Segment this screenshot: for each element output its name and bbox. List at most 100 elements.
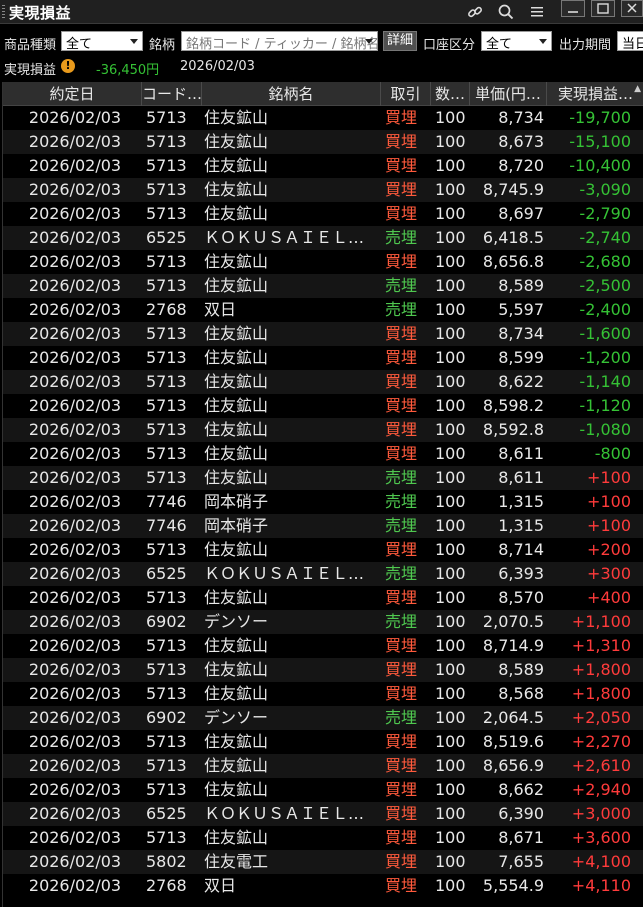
cell-unit-price: 1,315 <box>498 492 544 511</box>
table-row[interactable]: 2026/02/03 5713 住友鉱山 買埋 100 8,656.8 -2,680 <box>3 250 643 274</box>
table-row[interactable]: 2026/02/03 6525 ＫＯＫＵＳＡＩＥＬ… 買埋 100 6,390 +3,000 <box>3 802 643 826</box>
table-row[interactable]: 2026/02/03 5713 住友鉱山 買埋 100 8,734 -19,700 <box>3 106 643 130</box>
cell-symbol-name: デンソー <box>204 612 269 631</box>
table-row[interactable]: 2026/02/03 5713 住友鉱山 買埋 100 8,745.9 -3,090 <box>3 178 643 202</box>
column-header-code[interactable]: コード… <box>142 82 202 106</box>
cell-realized-pnl: +3,000 <box>571 804 631 823</box>
table-row[interactable]: 2026/02/03 5713 住友鉱山 買埋 100 8,598.2 -1,120 <box>3 394 643 418</box>
column-header-date[interactable]: 約定日 <box>3 82 142 106</box>
table-row[interactable]: 2026/02/03 5713 住友鉱山 買埋 100 8,592.8 -1,080 <box>3 418 643 442</box>
table-row[interactable]: 2026/02/03 5713 住友鉱山 売埋 100 8,589 -2,500 <box>3 274 643 298</box>
cell-trade-side: 買埋 <box>385 180 418 199</box>
cell-unit-price: 8,656.9 <box>482 756 544 775</box>
account-select[interactable]: 全て <box>481 31 552 52</box>
cell-quantity: 100 <box>435 804 466 823</box>
table-row[interactable]: 2026/02/03 5713 住友鉱山 買埋 100 8,671 +3,600 <box>3 826 643 850</box>
cell-code: 5713 <box>146 780 187 799</box>
cell-realized-pnl: +100 <box>587 468 631 487</box>
cell-symbol-name: 住友鉱山 <box>204 348 269 367</box>
cell-code: 6525 <box>146 804 187 823</box>
cell-code: 2768 <box>146 876 187 895</box>
link-icon[interactable] <box>465 1 485 22</box>
table-row[interactable]: 2026/02/03 5713 住友鉱山 買埋 100 8,656.9 +2,610 <box>3 754 643 778</box>
cell-trade-side: 買埋 <box>385 852 418 871</box>
table-row[interactable]: 2026/02/03 5713 住友鉱山 買埋 100 8,720 -10,400 <box>3 154 643 178</box>
column-header-price[interactable]: 単価(円… <box>470 82 547 106</box>
cell-trade-date: 2026/02/03 <box>28 444 122 463</box>
cell-quantity: 100 <box>435 108 466 127</box>
table-row[interactable]: 2026/02/03 5713 住友鉱山 買埋 100 8,673 -15,100 <box>3 130 643 154</box>
cell-trade-date: 2026/02/03 <box>28 348 122 367</box>
table-row[interactable]: 2026/02/03 2768 双日 売埋 100 5,597 -2,400 <box>3 298 643 322</box>
table-row[interactable]: 2026/02/03 5713 住友鉱山 買埋 100 8,734 -1,600 <box>3 322 643 346</box>
cell-quantity: 100 <box>435 636 466 655</box>
minimize-icon[interactable] <box>561 0 585 17</box>
table-row[interactable]: 2026/02/03 5713 住友鉱山 買埋 100 8,697 -2,790 <box>3 202 643 226</box>
table-row[interactable]: 2026/02/03 5713 住友鉱山 買埋 100 8,589 +1,800 <box>3 658 643 682</box>
table-row[interactable]: 2026/02/03 5713 住友鉱山 買埋 100 8,662 +2,940 <box>3 778 643 802</box>
close-icon[interactable] <box>621 0 643 17</box>
cell-code: 5713 <box>146 636 187 655</box>
cell-trade-date: 2026/02/03 <box>28 828 122 847</box>
menu-icon[interactable] <box>527 1 547 22</box>
column-header-name[interactable]: 銘柄名 <box>202 82 381 106</box>
table-row[interactable]: 2026/02/03 5713 住友鉱山 買埋 100 8,519.6 +2,270 <box>3 730 643 754</box>
period-label: 出力期間 <box>559 38 612 53</box>
symbol-search-input[interactable]: 銘柄コード / ティッカー / 銘柄名 <box>181 31 380 52</box>
table-row[interactable]: 2026/02/03 5713 住友鉱山 売埋 100 8,611 +100 <box>3 466 643 490</box>
pnl-table: 約定日 コード… 銘柄名 取引 数… 単価(円… 実現損益… ▲ 2026/02… <box>2 82 643 907</box>
search-icon[interactable] <box>496 1 516 22</box>
table-row[interactable]: 2026/02/03 7746 岡本硝子 売埋 100 1,315 +100 <box>3 490 643 514</box>
cell-code: 5713 <box>146 324 187 343</box>
cell-code: 5713 <box>146 588 187 607</box>
table-row[interactable]: 2026/02/03 5713 住友鉱山 買埋 100 8,570 +400 <box>3 586 643 610</box>
cell-realized-pnl: -1,140 <box>579 372 631 391</box>
cell-unit-price: 2,070.5 <box>482 612 544 631</box>
cell-code: 6902 <box>146 708 187 727</box>
table-row[interactable]: 2026/02/03 5713 住友鉱山 買埋 100 8,599 -1,200 <box>3 346 643 370</box>
cell-code: 5802 <box>146 852 187 871</box>
cell-trade-side: 買埋 <box>385 324 418 343</box>
cell-unit-price: 8,745.9 <box>482 180 544 199</box>
table-row[interactable]: 2026/02/03 5802 住友電工 買埋 100 7,655 +4,100 <box>3 850 643 874</box>
period-select[interactable]: 当日 <box>617 31 643 52</box>
cell-trade-side: 買埋 <box>385 132 418 151</box>
maximize-icon[interactable] <box>591 0 615 17</box>
column-header-qty[interactable]: 数… <box>431 82 470 106</box>
table-row[interactable]: 2026/02/03 5713 住友鉱山 買埋 100 8,611 -800 <box>3 442 643 466</box>
cell-realized-pnl: -2,680 <box>579 252 631 271</box>
cell-trade-date: 2026/02/03 <box>28 540 122 559</box>
table-row[interactable]: 2026/02/03 6902 デンソー 売埋 100 2,064.5 +2,050 <box>3 706 643 730</box>
cell-unit-price: 6,390 <box>498 804 544 823</box>
cell-unit-price: 8,720 <box>498 156 544 175</box>
cell-trade-date: 2026/02/03 <box>28 756 122 775</box>
cell-trade-date: 2026/02/03 <box>28 732 122 751</box>
cell-trade-side: 買埋 <box>385 660 418 679</box>
drag-grip-icon[interactable] <box>2 5 5 19</box>
cell-quantity: 100 <box>435 228 466 247</box>
table-row[interactable]: 2026/02/03 6902 デンソー 売埋 100 2,070.5 +1,100 <box>3 610 643 634</box>
table-row[interactable]: 2026/02/03 5713 住友鉱山 買埋 100 8,568 +1,800 <box>3 682 643 706</box>
table-row[interactable]: 2026/02/03 5713 住友鉱山 買埋 100 8,622 -1,140 <box>3 370 643 394</box>
cell-realized-pnl: -1,600 <box>579 324 631 343</box>
cell-code: 5713 <box>146 540 187 559</box>
warning-icon[interactable]: ! <box>61 59 75 73</box>
product-type-select[interactable]: 全て <box>61 31 143 52</box>
cell-trade-side: 買埋 <box>385 420 418 439</box>
table-row[interactable]: 2026/02/03 6525 ＫＯＫＵＳＡＩＥＬ… 売埋 100 6,418.5 -2,7… <box>3 226 643 250</box>
table-row[interactable]: 2026/02/03 6525 ＫＯＫＵＳＡＩＥＬ… 売埋 100 6,393 +300 <box>3 562 643 586</box>
cell-trade-side: 買埋 <box>385 780 418 799</box>
table-row[interactable]: 2026/02/03 2768 双日 買埋 100 5,554.9 +4,110 <box>3 874 643 898</box>
column-header-side[interactable]: 取引 <box>381 82 431 106</box>
cell-trade-side: 売埋 <box>385 564 418 583</box>
cell-unit-price: 8,734 <box>498 324 544 343</box>
detail-button[interactable]: 詳細 <box>383 31 417 51</box>
cell-quantity: 100 <box>435 564 466 583</box>
table-row[interactable]: 2026/02/03 5713 住友鉱山 買埋 100 8,714.9 +1,310 <box>3 634 643 658</box>
cell-trade-date: 2026/02/03 <box>28 684 122 703</box>
table-row[interactable]: 2026/02/03 7746 岡本硝子 売埋 100 1,315 +100 <box>3 514 643 538</box>
column-header-pnl[interactable]: 実現損益… <box>547 82 643 106</box>
cell-trade-side: 買埋 <box>385 756 418 775</box>
product-type-label: 商品種類 <box>4 38 57 53</box>
table-row[interactable]: 2026/02/03 5713 住友鉱山 買埋 100 8,714 +200 <box>3 538 643 562</box>
